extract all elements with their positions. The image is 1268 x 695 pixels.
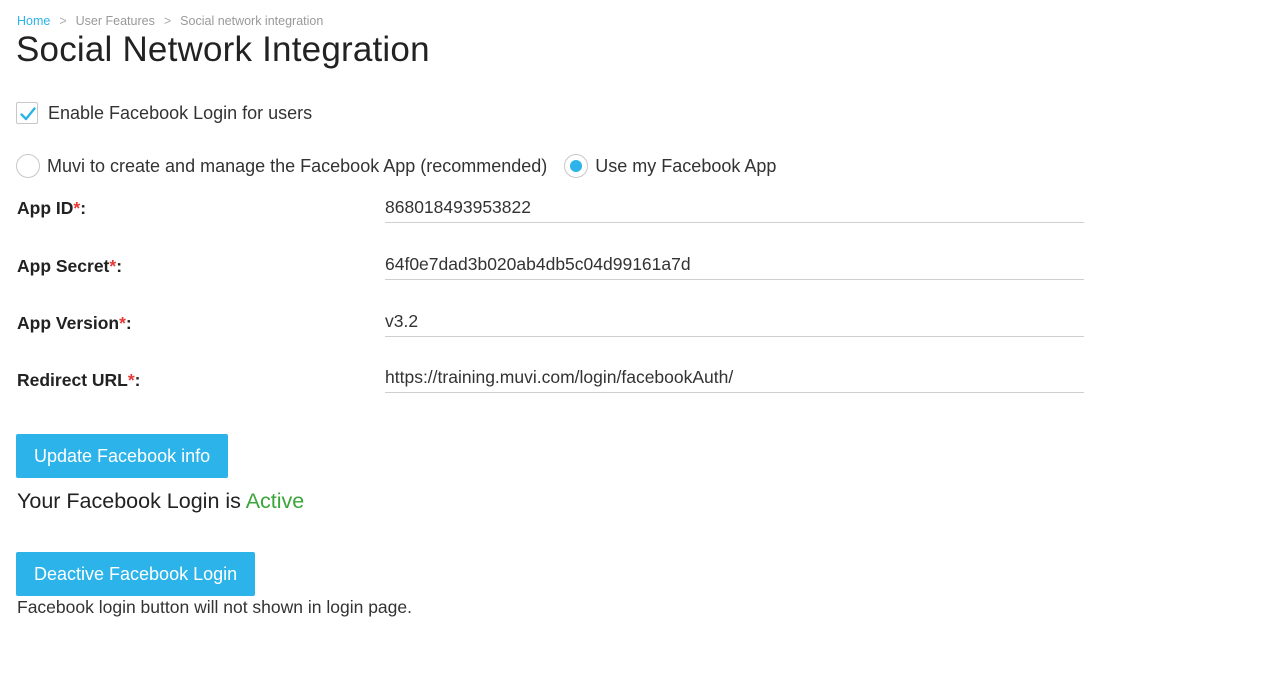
app-version-label: App Version*: bbox=[17, 313, 132, 333]
app-secret-label: App Secret*: bbox=[17, 256, 123, 276]
app-id-label: App ID*: bbox=[17, 198, 87, 218]
update-facebook-info-button[interactable]: Update Facebook info bbox=[16, 434, 229, 478]
deactivate-facebook-login-button[interactable]: Deactive Facebook Login bbox=[16, 552, 256, 596]
radio-use-my-app-label[interactable]: Use my Facebook App bbox=[595, 156, 776, 177]
radio-muvi-managed-app[interactable] bbox=[16, 154, 40, 178]
facebook-login-status: Your Facebook Login is Active bbox=[17, 489, 304, 514]
enable-facebook-login-row: Enable Facebook Login for users bbox=[16, 102, 312, 124]
required-marker: * bbox=[127, 370, 135, 390]
breadcrumb-home-link[interactable]: Home bbox=[17, 14, 50, 28]
enable-facebook-login-checkbox[interactable] bbox=[16, 102, 38, 124]
checkmark-icon bbox=[20, 107, 36, 121]
app-version-input[interactable] bbox=[385, 307, 1084, 337]
required-marker: * bbox=[119, 313, 126, 333]
breadcrumb-current: Social network integration bbox=[180, 14, 324, 28]
page-title: Social Network Integration bbox=[16, 30, 430, 69]
radio-muvi-managed-app-label[interactable]: Muvi to create and manage the Facebook A… bbox=[47, 156, 547, 177]
status-badge: Active bbox=[245, 489, 305, 513]
redirect-url-input[interactable] bbox=[385, 363, 1084, 393]
deactivate-note: Facebook login button will not shown in … bbox=[17, 597, 412, 617]
facebook-app-option-group: Muvi to create and manage the Facebook A… bbox=[16, 154, 776, 178]
breadcrumb: Home > User Features > Social network integr… bbox=[17, 14, 323, 28]
breadcrumb-separator: > bbox=[163, 14, 172, 28]
breadcrumb-separator: > bbox=[59, 14, 67, 28]
status-prefix: Your Facebook Login is bbox=[17, 489, 246, 513]
enable-facebook-login-label[interactable]: Enable Facebook Login for users bbox=[48, 103, 312, 124]
redirect-url-label: Redirect URL*: bbox=[17, 370, 141, 390]
radio-use-my-app[interactable] bbox=[564, 154, 589, 178]
app-id-input[interactable] bbox=[385, 193, 1084, 223]
breadcrumb-user-features[interactable]: User Features bbox=[76, 14, 155, 28]
app-secret-input[interactable] bbox=[385, 250, 1084, 280]
